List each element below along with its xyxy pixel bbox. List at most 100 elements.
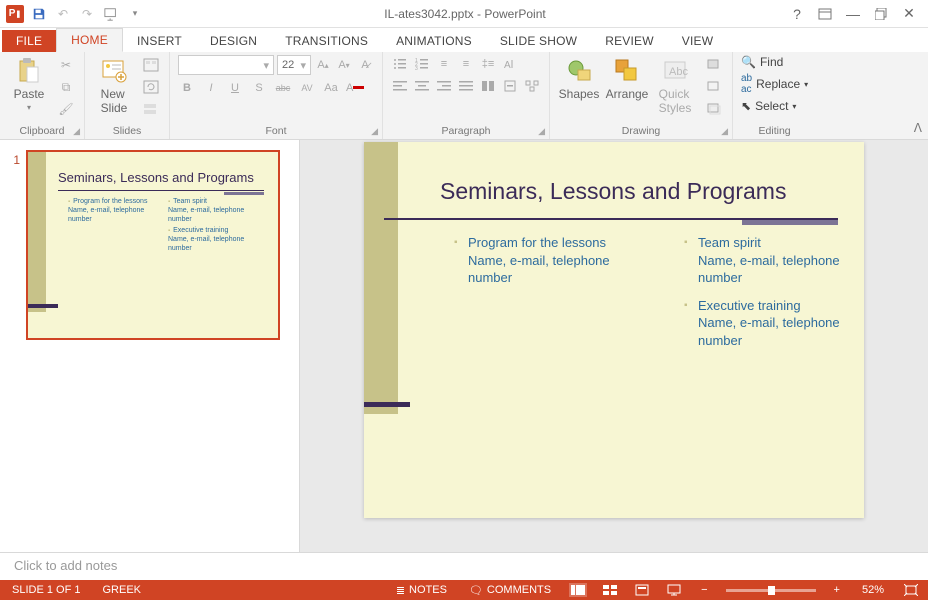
group-editing: 🔍Find abacReplace ▾ ⬉Select ▾ Editing — [733, 52, 816, 139]
dialog-launcher-icon[interactable]: ◢ — [371, 126, 378, 137]
copy-icon[interactable]: ⧉ — [56, 77, 76, 97]
collapse-ribbon-icon[interactable]: ᐱ — [914, 121, 922, 135]
close-icon[interactable]: ✕ — [896, 3, 922, 25]
notes-toggle[interactable]: ≣NOTES — [392, 584, 451, 597]
minimize-icon[interactable]: — — [840, 3, 866, 25]
bullets-icon[interactable] — [391, 55, 409, 73]
language-indicator[interactable]: GREEK — [98, 584, 145, 596]
dialog-launcher-icon[interactable]: ◢ — [538, 126, 545, 137]
redo-icon[interactable]: ↷ — [76, 3, 98, 25]
font-color-icon[interactable]: A — [346, 79, 364, 97]
shape-fill-icon[interactable] — [704, 55, 724, 75]
slide-title[interactable]: Seminars, Lessons and Programs — [440, 178, 786, 205]
shapes-button[interactable]: Shapes — [558, 55, 600, 103]
tab-file[interactable]: FILE — [2, 30, 56, 52]
char-spacing-icon[interactable]: AV — [298, 79, 316, 97]
item-sub: Name, e-mail, telephone number — [698, 315, 840, 348]
font-family-combo[interactable]: ▾ — [178, 55, 274, 75]
section-icon[interactable] — [141, 99, 161, 119]
slide-thumbnail-panel[interactable]: 1 Seminars, Lessons and Programs Program… — [0, 140, 300, 552]
save-icon[interactable] — [28, 3, 50, 25]
new-slide-button[interactable]: New Slide — [93, 55, 135, 117]
notes-icon: ≣ — [396, 584, 405, 597]
shrink-font-icon[interactable]: A▾ — [335, 56, 353, 74]
layout-icon[interactable] — [141, 55, 161, 75]
tab-design[interactable]: DESIGN — [196, 30, 271, 52]
underline-button[interactable]: U — [226, 79, 244, 97]
notes-pane[interactable]: Click to add notes — [0, 552, 928, 580]
bold-button[interactable]: B — [178, 79, 196, 97]
start-slideshow-icon[interactable] — [100, 3, 122, 25]
list-item[interactable]: Executive training Name, e-mail, telepho… — [684, 297, 854, 350]
group-slides: New Slide Slides — [85, 52, 170, 139]
normal-view-icon[interactable] — [569, 583, 587, 597]
tab-slideshow[interactable]: SLIDE SHOW — [486, 30, 591, 52]
replace-button[interactable]: abacReplace ▾ — [741, 73, 808, 95]
smartart-icon[interactable] — [523, 77, 541, 95]
dialog-launcher-icon[interactable]: ◢ — [721, 126, 728, 137]
arrange-button[interactable]: Arrange — [606, 55, 648, 103]
change-case-icon[interactable]: Aa — [322, 79, 340, 97]
zoom-slider[interactable] — [726, 589, 816, 592]
slide-counter[interactable]: SLIDE 1 OF 1 — [8, 584, 84, 596]
app-icon[interactable]: P❚ — [4, 3, 26, 25]
justify-icon[interactable] — [457, 77, 475, 95]
line-spacing-icon[interactable]: ‡≡ — [479, 55, 497, 73]
ribbon-display-icon[interactable] — [812, 3, 838, 25]
dialog-launcher-icon[interactable]: ◢ — [73, 126, 80, 137]
align-left-icon[interactable] — [391, 77, 409, 95]
thumb-item: Executive training — [168, 227, 268, 236]
slide-content-left[interactable]: Program for the lessons Name, e-mail, te… — [454, 234, 634, 297]
tab-transitions[interactable]: TRANSITIONS — [271, 30, 382, 52]
slide-canvas[interactable]: Seminars, Lessons and Programs Program f… — [364, 142, 864, 518]
help-icon[interactable]: ? — [784, 3, 810, 25]
qat-customize-icon[interactable]: ▾ — [124, 3, 146, 25]
align-right-icon[interactable] — [435, 77, 453, 95]
list-item[interactable]: Program for the lessons Name, e-mail, te… — [454, 234, 634, 287]
format-painter-icon[interactable]: 🖌 — [56, 99, 76, 119]
shape-effects-icon[interactable] — [704, 99, 724, 119]
thumbnail-preview[interactable]: Seminars, Lessons and Programs Program f… — [26, 150, 280, 340]
tab-animations[interactable]: ANIMATIONS — [382, 30, 486, 52]
tab-insert[interactable]: INSERT — [123, 30, 196, 52]
reading-view-icon[interactable] — [633, 583, 651, 597]
tab-home[interactable]: HOME — [56, 28, 123, 52]
align-center-icon[interactable] — [413, 77, 431, 95]
zoom-out-button[interactable]: − — [697, 584, 711, 596]
paste-button[interactable]: Paste ▾ — [8, 55, 50, 114]
align-text-icon[interactable] — [501, 77, 519, 95]
quick-styles-button[interactable]: Abc Quick Styles — [654, 55, 696, 117]
columns-icon[interactable] — [479, 77, 497, 95]
comments-toggle[interactable]: 🗨COMMENTS — [465, 584, 555, 597]
zoom-in-button[interactable]: + — [830, 584, 844, 596]
cut-icon[interactable]: ✂ — [56, 55, 76, 75]
numbering-icon[interactable]: 123 — [413, 55, 431, 73]
slide-sorter-view-icon[interactable] — [601, 583, 619, 597]
font-size-combo[interactable]: 22▾ — [277, 55, 311, 75]
increase-indent-icon[interactable]: ≡ — [457, 55, 475, 73]
thumbnail-1[interactable]: 1 Seminars, Lessons and Programs Program… — [8, 150, 291, 340]
grow-font-icon[interactable]: A▴ — [314, 56, 332, 74]
restore-icon[interactable] — [868, 3, 894, 25]
fit-to-window-icon[interactable] — [902, 583, 920, 597]
slide-content-right[interactable]: Team spirit Name, e-mail, telephone numb… — [684, 234, 854, 359]
reset-icon[interactable] — [141, 77, 161, 97]
italic-button[interactable]: I — [202, 79, 220, 97]
clear-formatting-icon[interactable]: A̷ — [356, 56, 374, 74]
tab-review[interactable]: REVIEW — [591, 30, 668, 52]
select-button[interactable]: ⬉Select ▾ — [741, 99, 808, 113]
strikethrough-button[interactable]: abc — [274, 79, 292, 97]
slideshow-view-icon[interactable] — [665, 583, 683, 597]
list-item[interactable]: Team spirit Name, e-mail, telephone numb… — [684, 234, 854, 287]
text-direction-icon[interactable]: A — [501, 55, 519, 73]
tab-view[interactable]: VIEW — [668, 30, 727, 52]
item-sub: Name, e-mail, telephone number — [698, 253, 840, 286]
find-button[interactable]: 🔍Find — [741, 55, 808, 69]
decrease-indent-icon[interactable]: ≡ — [435, 55, 453, 73]
undo-icon[interactable]: ↶ — [52, 3, 74, 25]
shape-outline-icon[interactable] — [704, 77, 724, 97]
slide-editor[interactable]: Seminars, Lessons and Programs Program f… — [300, 140, 928, 552]
zoom-level[interactable]: 52% — [858, 584, 888, 596]
ribbon-tabs: FILE HOME INSERT DESIGN TRANSITIONS ANIM… — [0, 28, 928, 52]
shadow-button[interactable]: S — [250, 79, 268, 97]
